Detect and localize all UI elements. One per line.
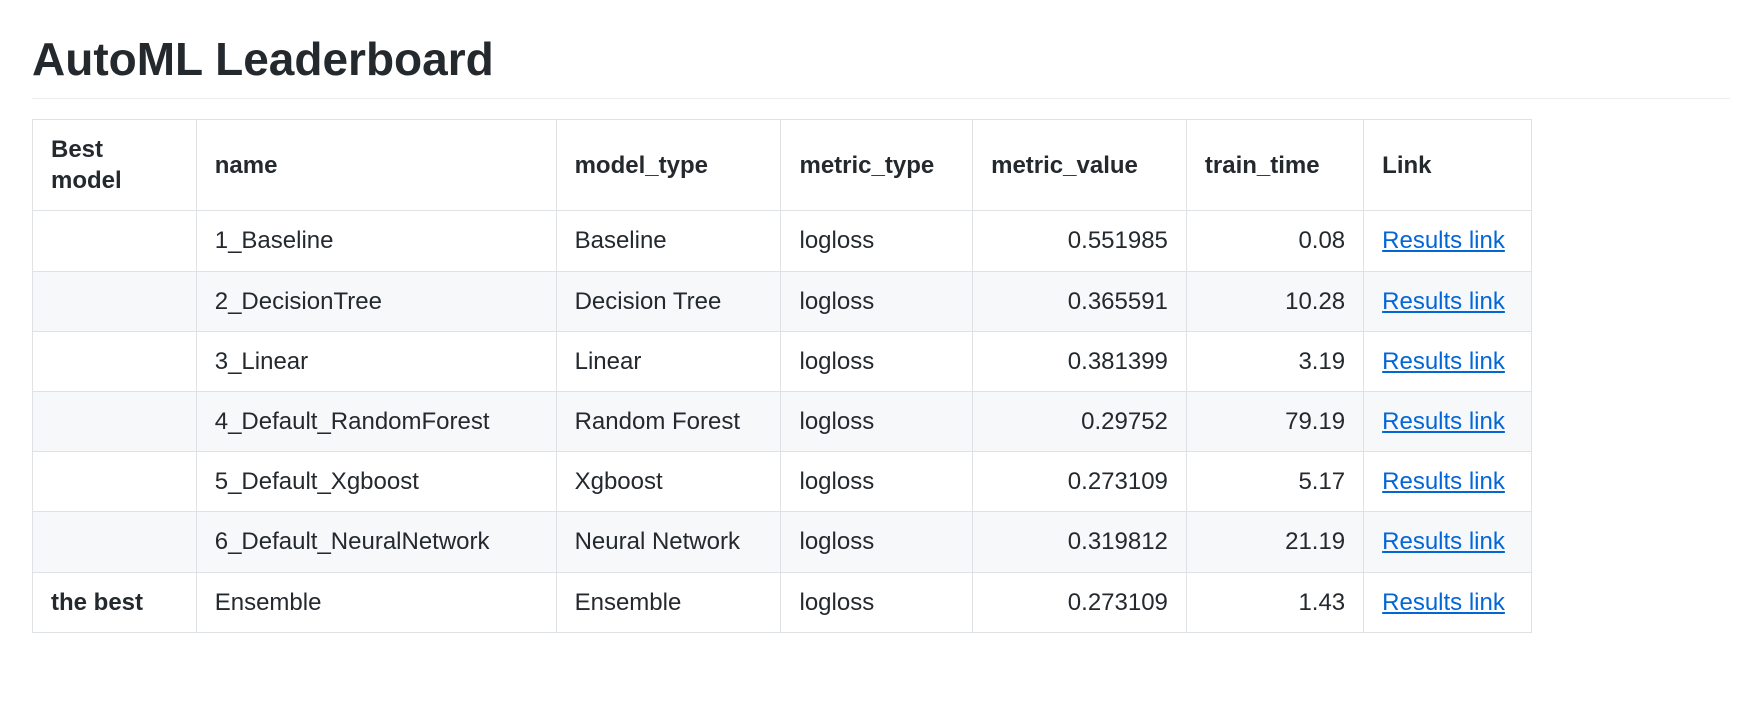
cell-best [33, 331, 197, 391]
cell-name: 5_Default_Xgboost [196, 452, 556, 512]
table-row: 6_Default_NeuralNetworkNeural Networklog… [33, 512, 1532, 572]
table-row: 2_DecisionTreeDecision Treelogloss0.3655… [33, 271, 1532, 331]
cell-train-time: 79.19 [1186, 391, 1363, 451]
col-header-link: Link [1364, 120, 1532, 211]
cell-metric-value: 0.319812 [973, 512, 1187, 572]
table-header-row: Best model name model_type metric_type m… [33, 120, 1532, 211]
cell-metric-value: 0.365591 [973, 271, 1187, 331]
cell-metric-value: 0.29752 [973, 391, 1187, 451]
cell-train-time: 21.19 [1186, 512, 1363, 572]
cell-link: Results link [1364, 331, 1532, 391]
cell-model-type: Neural Network [556, 512, 781, 572]
cell-model-type: Ensemble [556, 572, 781, 632]
col-header-best: Best model [33, 120, 197, 211]
cell-name: 2_DecisionTree [196, 271, 556, 331]
table-row: 1_BaselineBaselinelogloss0.5519850.08 Res… [33, 211, 1532, 271]
cell-metric-value: 0.273109 [973, 452, 1187, 512]
cell-name: 4_Default_RandomForest [196, 391, 556, 451]
col-header-metric-value: metric_value [973, 120, 1187, 211]
cell-metric-type: logloss [781, 452, 973, 512]
cell-link: Results link [1364, 572, 1532, 632]
cell-name: 3_Linear [196, 331, 556, 391]
cell-link: Results link [1364, 271, 1532, 331]
cell-train-time: 5.17 [1186, 452, 1363, 512]
cell-link: Results link [1364, 452, 1532, 512]
cell-best: the best [33, 572, 197, 632]
cell-best [33, 512, 197, 572]
cell-train-time: 0.08 [1186, 211, 1363, 271]
cell-name: 1_Baseline [196, 211, 556, 271]
cell-metric-type: logloss [781, 331, 973, 391]
cell-model-type: Decision Tree [556, 271, 781, 331]
results-link[interactable]: Results link [1382, 528, 1505, 555]
cell-link: Results link [1364, 211, 1532, 271]
results-link[interactable]: Results link [1382, 408, 1505, 435]
cell-best [33, 211, 197, 271]
col-header-metric-type: metric_type [781, 120, 973, 211]
cell-model-type: Xgboost [556, 452, 781, 512]
cell-best [33, 271, 197, 331]
cell-metric-type: logloss [781, 391, 973, 451]
cell-best [33, 452, 197, 512]
table-row: 4_Default_RandomForestRandom Forestloglo… [33, 391, 1532, 451]
cell-metric-type: logloss [781, 572, 973, 632]
col-header-train-time: train_time [1186, 120, 1363, 211]
cell-name: 6_Default_NeuralNetwork [196, 512, 556, 572]
cell-metric-type: logloss [781, 271, 973, 331]
col-header-model-type: model_type [556, 120, 781, 211]
leaderboard-table: Best model name model_type metric_type m… [32, 119, 1532, 633]
col-header-name: name [196, 120, 556, 211]
cell-model-type: Linear [556, 331, 781, 391]
cell-train-time: 10.28 [1186, 271, 1363, 331]
cell-metric-type: logloss [781, 211, 973, 271]
results-link[interactable]: Results link [1382, 468, 1505, 495]
table-row: the bestEnsembleEnsemblelogloss0.2731091… [33, 572, 1532, 632]
cell-name: Ensemble [196, 572, 556, 632]
cell-train-time: 1.43 [1186, 572, 1363, 632]
cell-metric-value: 0.273109 [973, 572, 1187, 632]
results-link[interactable]: Results link [1382, 589, 1505, 616]
cell-metric-type: logloss [781, 512, 973, 572]
results-link[interactable]: Results link [1382, 288, 1505, 315]
cell-link: Results link [1364, 391, 1532, 451]
cell-metric-value: 0.381399 [973, 331, 1187, 391]
cell-best [33, 391, 197, 451]
cell-train-time: 3.19 [1186, 331, 1363, 391]
cell-metric-value: 0.551985 [973, 211, 1187, 271]
results-link[interactable]: Results link [1382, 348, 1505, 375]
cell-model-type: Random Forest [556, 391, 781, 451]
cell-link: Results link [1364, 512, 1532, 572]
cell-model-type: Baseline [556, 211, 781, 271]
table-row: 5_Default_XgboostXgboostlogloss0.2731095… [33, 452, 1532, 512]
table-row: 3_LinearLinearlogloss0.3813993.19 Results… [33, 331, 1532, 391]
results-link[interactable]: Results link [1382, 227, 1505, 254]
page-title: AutoML Leaderboard [32, 32, 1730, 99]
